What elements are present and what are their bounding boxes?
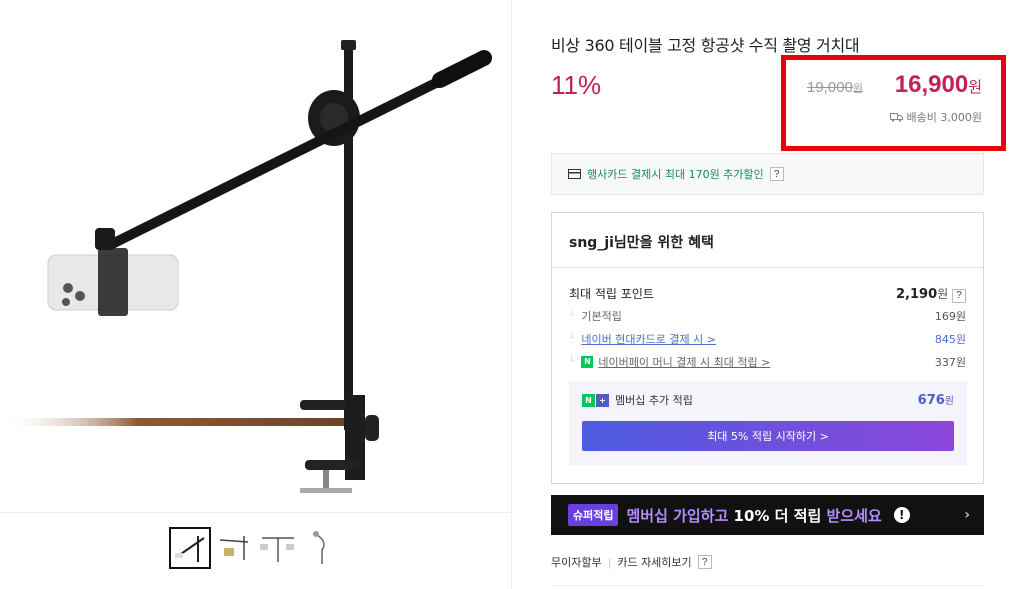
benefit-title: sng_ji님만을 위한 혜택	[552, 213, 983, 268]
naver-plus-icon: N +	[582, 393, 609, 407]
chevron-right-icon: ›	[964, 507, 970, 523]
super-points-banner[interactable]: 슈퍼적립 멤버십 가입하고 10% 더 적립 받으세요 ! ›	[551, 495, 984, 535]
shipping-fee: 배송비 3,000원	[889, 109, 982, 125]
max-points-row: 최대 적립 포인트 2,190원 ?	[569, 285, 966, 303]
points-row-hyundai-card[interactable]: └ 네이버 현대카드로 결제 시 > 845원	[569, 331, 966, 347]
card-promo-text: 행사카드 결제시 최대 170원 추가할인	[587, 168, 764, 181]
npay-money-label[interactable]: 네이버페이 머니 결제 시 최대 적립 >	[598, 354, 770, 370]
membership-row: N + 멤버십 추가 적립 676원	[582, 392, 954, 408]
thumbnail-3[interactable]	[258, 528, 298, 568]
membership-label: 멤버십 추가 적립	[615, 394, 693, 407]
discount-rate: 11%	[551, 70, 602, 100]
divider	[551, 585, 984, 586]
product-info-panel: 비상 360 테이블 고정 항공샷 수직 촬영 거치대 11% 19,000원 …	[512, 0, 1024, 589]
installment-links: 무이자할부 | 카드 자세히보기 ?	[551, 554, 712, 570]
product-title: 비상 360 테이블 고정 항공샷 수직 촬영 거치대	[551, 36, 860, 55]
shipping-fee-text: 배송비 3,000원	[906, 111, 982, 124]
credit-card-icon	[568, 169, 581, 179]
max-points-value: 2,190원 ?	[896, 285, 966, 303]
points-value-basic: 169원	[934, 310, 966, 323]
points-label-basic: 기본적립	[581, 310, 622, 323]
card-details-link[interactable]: 카드 자세히보기	[617, 554, 691, 570]
start-membership-button[interactable]: 최대 5% 적립 시작하기 >	[582, 421, 954, 451]
original-price: 19,000원	[807, 79, 864, 96]
product-main-image	[0, 40, 492, 493]
truck-icon	[889, 113, 903, 122]
points-value-hyundai-card: 845원	[934, 333, 966, 346]
thumbnail-strip	[0, 512, 512, 589]
membership-value: 676원	[917, 393, 954, 408]
max-points-label: 최대 적립 포인트	[569, 287, 654, 302]
hyundai-card-link[interactable]: 네이버 현대카드로 결제 시 >	[581, 331, 716, 347]
super-points-badge: 슈퍼적립	[568, 504, 619, 526]
product-gallery	[0, 0, 512, 589]
price-highlight-box	[781, 55, 1006, 151]
thumbnail-2[interactable]	[214, 528, 254, 568]
points-value-npay-money: 337원	[934, 356, 966, 369]
exclamation-icon: !	[893, 507, 910, 523]
thumbnail-1[interactable]	[169, 527, 211, 569]
points-row-basic: └ 기본적립 169원	[569, 310, 966, 323]
membership-box: N + 멤버십 추가 적립 676원 최대 5% 적립 시작하기 >	[569, 381, 967, 465]
help-icon[interactable]: ?	[952, 288, 966, 303]
interest-free-link[interactable]: 무이자할부	[551, 554, 602, 570]
sale-price: 16,900원	[894, 71, 982, 98]
points-row-npay-money[interactable]: └ N 네이버페이 머니 결제 시 최대 적립 > 337원	[569, 354, 966, 370]
thumbnail-4[interactable]	[302, 528, 342, 568]
card-discount-promo[interactable]: 행사카드 결제시 최대 170원 추가할인 ?	[551, 153, 984, 195]
help-icon[interactable]: ?	[697, 555, 712, 569]
help-icon[interactable]: ?	[769, 167, 784, 181]
naver-pay-icon: N	[581, 356, 594, 368]
banner-text: 멤버십 가입하고 10% 더 적립 받으세요	[626, 506, 882, 525]
member-benefit-box: sng_ji님만을 위한 혜택 최대 적립 포인트 2,190원 ? └ 기본적립…	[551, 212, 984, 484]
